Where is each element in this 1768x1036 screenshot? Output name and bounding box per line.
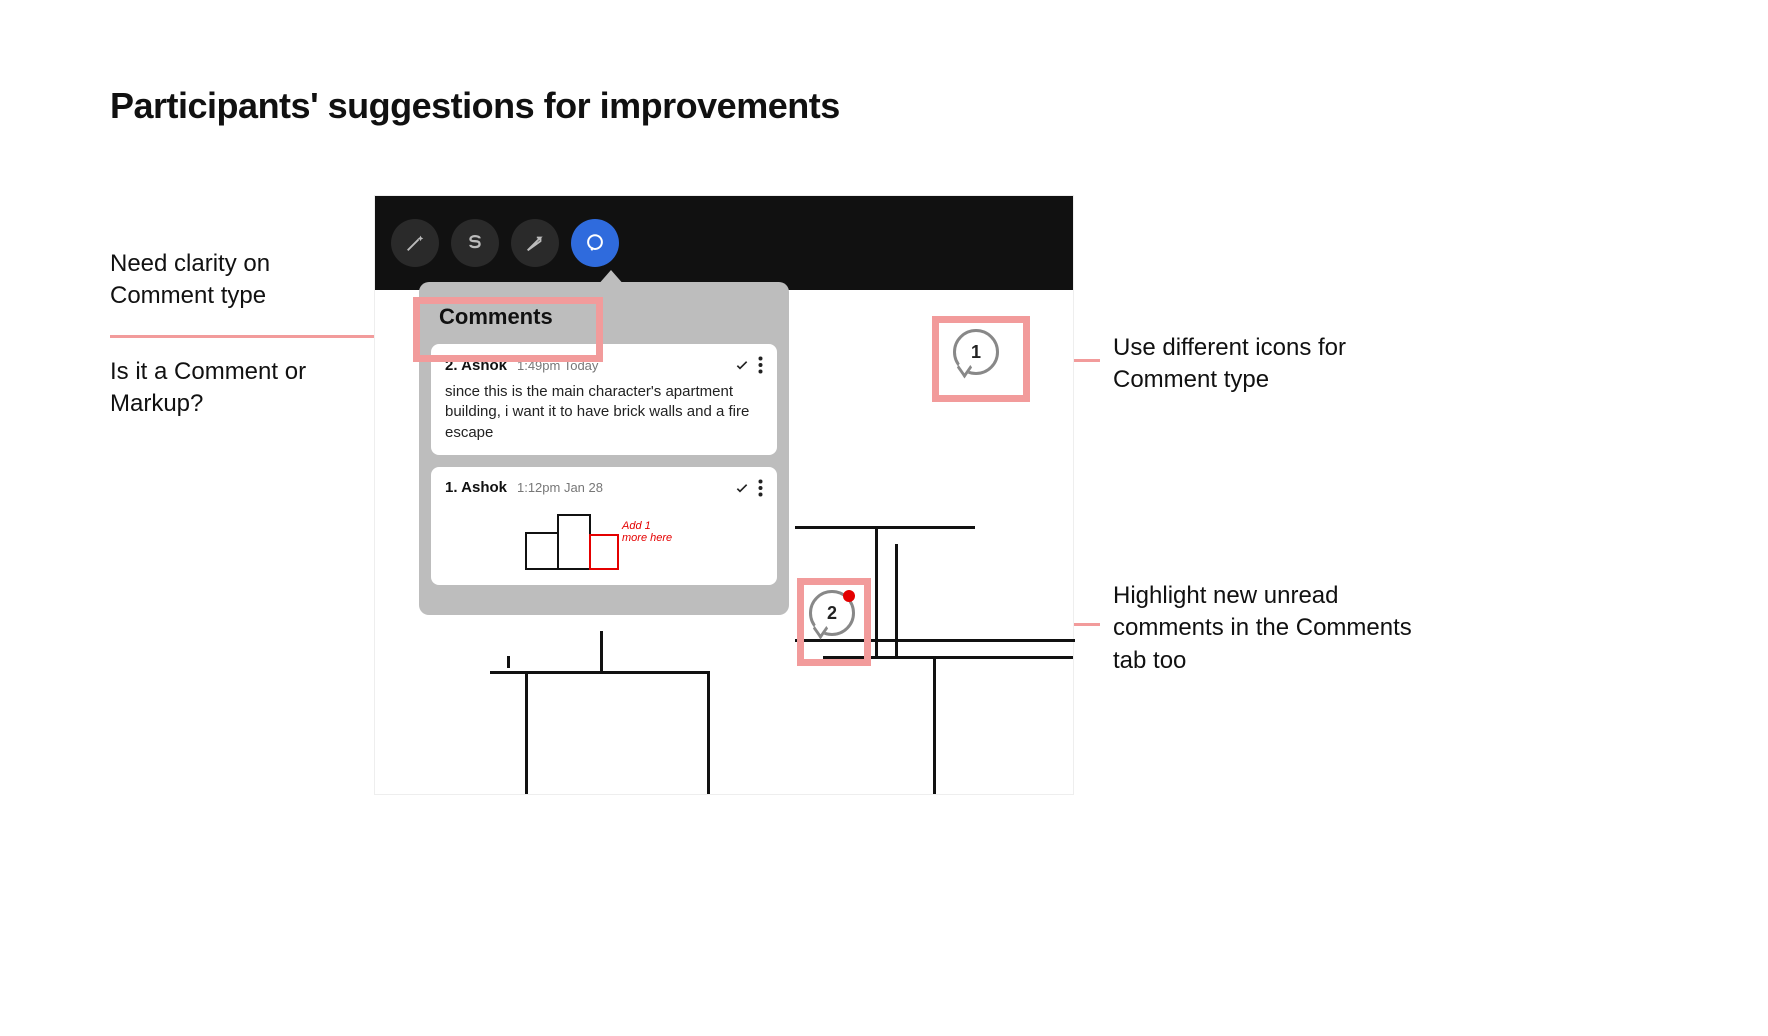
comment-author: 1. Ashok <box>445 479 507 496</box>
comment-tool-button[interactable] <box>571 219 619 267</box>
wireframe-line <box>600 631 603 673</box>
comment-time: 1:12pm Jan 28 <box>517 480 603 495</box>
wireframe-line <box>707 674 710 794</box>
check-icon[interactable] <box>734 480 750 496</box>
shape-tool-button[interactable] <box>451 219 499 267</box>
comments-panel: Comments 2. Ashok 1:49pm Today since thi… <box>419 282 789 615</box>
magic-wand-icon <box>404 232 426 254</box>
unread-badge-icon <box>843 590 855 602</box>
comment-author: 2. Ashok <box>445 357 507 374</box>
page-title: Participants' suggestions for improvemen… <box>110 85 840 127</box>
sketch-annotation: more here <box>622 532 672 544</box>
annotation-right-1: Use different icons for Comment type <box>1113 332 1393 397</box>
wireframe-line <box>823 656 1073 659</box>
check-icon[interactable] <box>734 357 750 373</box>
annotation-left-2: Is it a Comment or Markup? <box>110 356 370 421</box>
more-icon[interactable] <box>758 479 763 497</box>
arrow-tool-button[interactable] <box>511 219 559 267</box>
connector-line <box>110 335 415 338</box>
comment-card[interactable]: 2. Ashok 1:49pm Today since this is the … <box>431 344 777 455</box>
comment-time: 1:49pm Today <box>517 358 598 373</box>
comment-pin-1[interactable]: 1 <box>953 329 999 375</box>
wireframe-line <box>795 639 1075 642</box>
comment-pin-number: 2 <box>827 603 837 624</box>
s-shape-icon <box>464 232 486 254</box>
wireframe-line <box>490 671 710 674</box>
comment-body: since this is the main character's apart… <box>445 382 763 443</box>
mock-screenshot: Comments 2. Ashok 1:49pm Today since thi… <box>375 196 1073 794</box>
panel-pointer <box>597 270 625 286</box>
sketch-annotation: Add 1 <box>621 520 651 532</box>
wireframe-line <box>795 526 975 529</box>
arrow-icon <box>524 232 546 254</box>
wireframe-line <box>525 674 528 794</box>
annotation-left-1: Need clarity on Comment type <box>110 248 370 313</box>
comment-card[interactable]: 1. Ashok 1:12pm Jan 28 <box>431 467 777 585</box>
comments-panel-title: Comments <box>431 296 777 344</box>
comment-icon <box>584 232 606 254</box>
toolbar <box>375 196 1073 290</box>
comment-pin-number: 1 <box>971 342 981 363</box>
magic-tool-button[interactable] <box>391 219 439 267</box>
comment-pin-2[interactable]: 2 <box>809 590 855 636</box>
comment-sketch: Add 1 more here <box>445 505 763 573</box>
comments-panel-wrap: Comments 2. Ashok 1:49pm Today since thi… <box>419 282 789 615</box>
wireframe-line <box>933 659 936 794</box>
more-icon[interactable] <box>758 356 763 374</box>
annotation-right-2: Highlight new unread comments in the Com… <box>1113 580 1413 677</box>
wireframe-line <box>507 656 510 668</box>
